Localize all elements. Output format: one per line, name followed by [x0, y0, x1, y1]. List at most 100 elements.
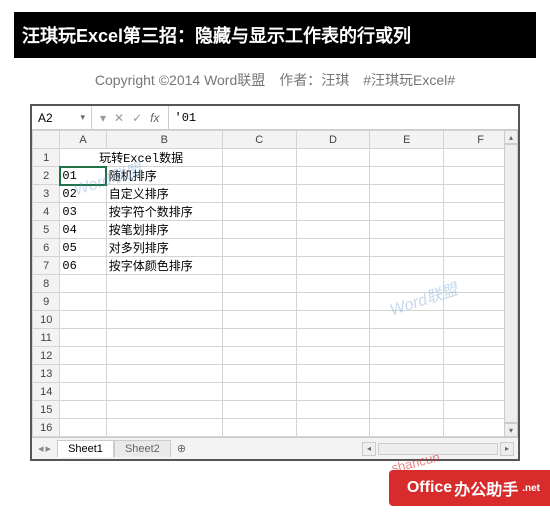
sheet-tab-2[interactable]: Sheet2 — [114, 440, 171, 457]
cell[interactable]: 按字符个数排序 — [106, 203, 222, 221]
cell[interactable] — [370, 311, 444, 329]
row-header[interactable]: 3 — [33, 185, 60, 203]
row-header[interactable]: 6 — [33, 239, 60, 257]
cell[interactable] — [370, 365, 444, 383]
cell[interactable]: 随机排序 — [106, 167, 222, 185]
cell[interactable] — [296, 149, 370, 167]
cell[interactable] — [296, 167, 370, 185]
cell[interactable]: 04 — [60, 221, 106, 239]
scroll-down-icon[interactable]: ▾ — [504, 423, 518, 437]
cell[interactable] — [296, 329, 370, 347]
cell[interactable] — [60, 401, 106, 419]
row-header[interactable]: 4 — [33, 203, 60, 221]
fb-dropdown-icon[interactable]: ▾ — [100, 111, 106, 125]
scroll-right-icon[interactable]: ▸ — [500, 442, 514, 456]
row-header[interactable]: 1 — [33, 149, 60, 167]
cell[interactable] — [222, 383, 296, 401]
cell[interactable] — [60, 311, 106, 329]
row-header[interactable]: 2 — [33, 167, 60, 185]
cell[interactable] — [370, 239, 444, 257]
cell[interactable] — [296, 383, 370, 401]
row-header[interactable]: 12 — [33, 347, 60, 365]
cell[interactable] — [106, 293, 222, 311]
row-header[interactable]: 16 — [33, 419, 60, 437]
cell[interactable] — [370, 257, 444, 275]
row-header[interactable]: 13 — [33, 365, 60, 383]
cell[interactable] — [370, 167, 444, 185]
cell[interactable] — [222, 167, 296, 185]
cell[interactable] — [222, 221, 296, 239]
cell[interactable] — [60, 347, 106, 365]
cell[interactable] — [222, 185, 296, 203]
col-header-C[interactable]: C — [222, 131, 296, 149]
cell[interactable] — [296, 185, 370, 203]
cell[interactable] — [296, 419, 370, 437]
scroll-left-icon[interactable]: ◂ — [362, 442, 376, 456]
cell[interactable] — [370, 383, 444, 401]
cell[interactable] — [106, 419, 222, 437]
tab-nav-prev-icon[interactable]: ◂ — [38, 442, 44, 455]
cell[interactable] — [370, 329, 444, 347]
tab-nav-next-icon[interactable]: ▸ — [46, 442, 52, 455]
cell[interactable] — [296, 275, 370, 293]
cell[interactable] — [222, 293, 296, 311]
cell[interactable] — [106, 347, 222, 365]
cell[interactable] — [222, 239, 296, 257]
spreadsheet-grid[interactable]: A B C D E F 1 玩转Excel数据 2 01 随机排序 3 02 自… — [32, 130, 518, 437]
row-header[interactable]: 5 — [33, 221, 60, 239]
cell[interactable] — [60, 419, 106, 437]
cell[interactable]: 06 — [60, 257, 106, 275]
fb-cancel-icon[interactable]: ✕ — [114, 111, 124, 125]
cell[interactable] — [222, 419, 296, 437]
cell[interactable] — [222, 203, 296, 221]
cell[interactable] — [222, 329, 296, 347]
cell[interactable] — [222, 257, 296, 275]
scroll-track[interactable] — [378, 443, 498, 455]
cell[interactable] — [60, 383, 106, 401]
cell[interactable] — [296, 221, 370, 239]
row-header[interactable]: 8 — [33, 275, 60, 293]
cell[interactable]: 按字体颜色排序 — [106, 257, 222, 275]
cell[interactable] — [296, 239, 370, 257]
cell[interactable]: 02 — [60, 185, 106, 203]
scroll-track[interactable] — [504, 144, 518, 423]
cell[interactable] — [106, 329, 222, 347]
cell[interactable] — [370, 185, 444, 203]
cell[interactable] — [296, 293, 370, 311]
cell[interactable] — [370, 203, 444, 221]
fb-confirm-icon[interactable]: ✓ — [132, 111, 142, 125]
cell[interactable]: 玩转Excel数据 — [60, 149, 222, 167]
row-header[interactable]: 10 — [33, 311, 60, 329]
cell[interactable]: 03 — [60, 203, 106, 221]
cell[interactable] — [222, 365, 296, 383]
sheet-tab-1[interactable]: Sheet1 — [57, 440, 114, 457]
cell[interactable] — [296, 347, 370, 365]
cell[interactable] — [222, 311, 296, 329]
name-box[interactable]: A2 ▾ — [32, 106, 92, 129]
formula-input[interactable]: '01 — [169, 111, 519, 125]
cell[interactable]: 按笔划排序 — [106, 221, 222, 239]
row-header[interactable]: 9 — [33, 293, 60, 311]
cell[interactable] — [296, 311, 370, 329]
row-header[interactable]: 14 — [33, 383, 60, 401]
col-header-B[interactable]: B — [106, 131, 222, 149]
cell[interactable] — [222, 401, 296, 419]
cell[interactable] — [370, 401, 444, 419]
cell[interactable] — [106, 383, 222, 401]
cell[interactable] — [60, 275, 106, 293]
cell[interactable]: 对多列排序 — [106, 239, 222, 257]
cell-selected[interactable]: 01 — [60, 167, 106, 185]
cell[interactable] — [296, 401, 370, 419]
cell[interactable] — [370, 275, 444, 293]
cell[interactable] — [106, 401, 222, 419]
cell[interactable] — [370, 347, 444, 365]
col-header-A[interactable]: A — [60, 131, 106, 149]
cell[interactable] — [106, 275, 222, 293]
cell[interactable] — [60, 293, 106, 311]
cell[interactable] — [370, 149, 444, 167]
scroll-up-icon[interactable]: ▴ — [504, 130, 518, 144]
row-header[interactable]: 7 — [33, 257, 60, 275]
cell[interactable] — [60, 365, 106, 383]
cell[interactable]: 05 — [60, 239, 106, 257]
cell[interactable] — [106, 365, 222, 383]
